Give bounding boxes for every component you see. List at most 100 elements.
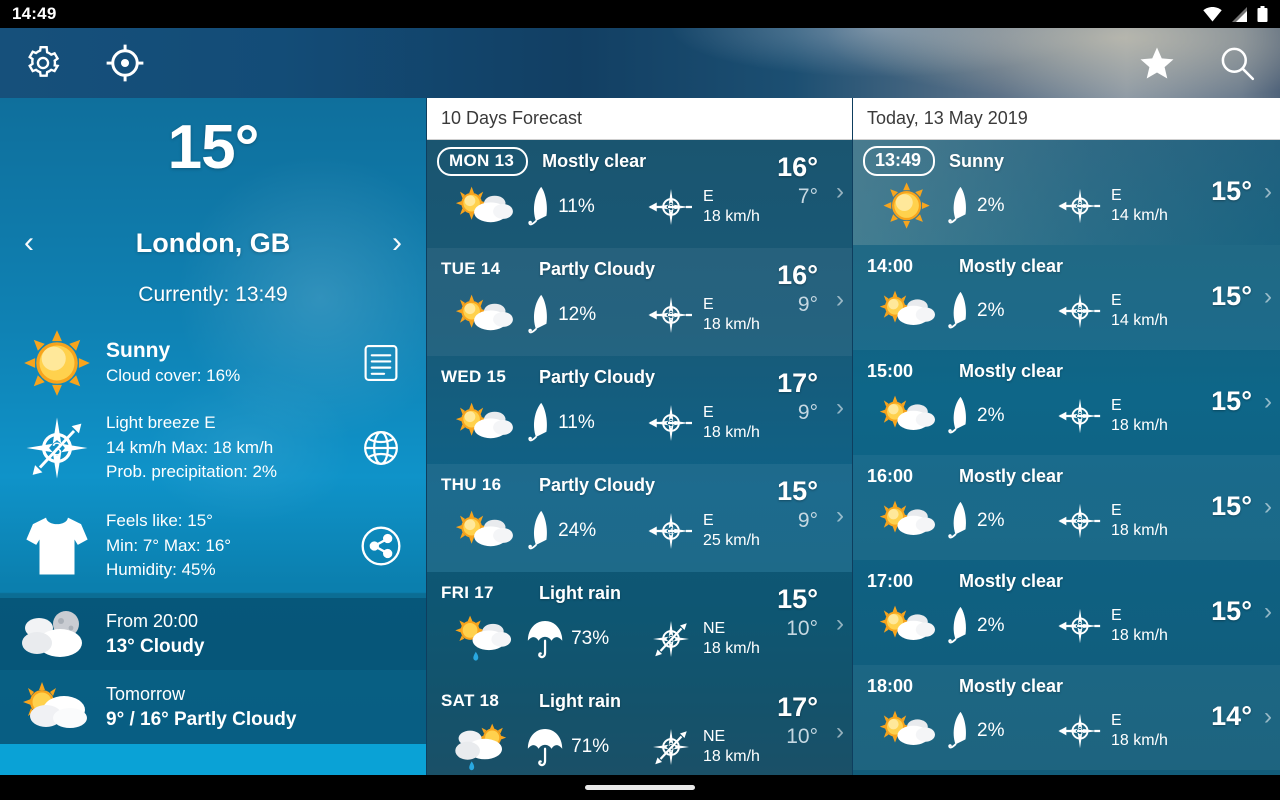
hourly-forecast-row[interactable]: 16:00 Mostly clear 2% 3 E 18 km/h 15° › bbox=[853, 455, 1280, 560]
svg-text:3: 3 bbox=[668, 202, 674, 214]
svg-text:3: 3 bbox=[1077, 412, 1083, 423]
daily-row-condition: Light rain bbox=[539, 690, 621, 711]
daily-row-low: 7° bbox=[797, 185, 818, 208]
chevron-right-icon[interactable]: › bbox=[836, 178, 844, 206]
hourly-forecast-row[interactable]: 13:49 Sunny 2% 3 E 14 km/h 15° › bbox=[853, 140, 1280, 245]
evening-summary-row[interactable]: From 20:00 13° Cloudy bbox=[0, 598, 426, 670]
cloud-sun-rain-icon bbox=[441, 722, 527, 773]
app-bar-right-actions bbox=[1138, 44, 1256, 82]
share-icon[interactable] bbox=[350, 526, 412, 566]
app-bar-left-actions bbox=[24, 42, 146, 84]
search-icon[interactable] bbox=[1218, 44, 1256, 82]
daily-row-condition: Partly Cloudy bbox=[539, 474, 656, 495]
hourly-row-wind-speed: 18 km/h bbox=[1111, 522, 1168, 539]
home-gesture-pill[interactable] bbox=[585, 785, 695, 790]
daily-row-wind: 3 NE 18 km/h bbox=[647, 723, 760, 771]
app-screen: 14:49 15° ‹ London, GB › Currently: 13:4… bbox=[0, 0, 1280, 800]
chevron-right-icon[interactable]: › bbox=[1264, 178, 1272, 206]
hourly-forecast-row[interactable]: 17:00 Mostly clear 2% 3 E 18 km/h 15° › bbox=[853, 560, 1280, 665]
daily-row-precipitation: 11% bbox=[527, 186, 647, 228]
city-selector: ‹ London, GB › bbox=[0, 220, 426, 266]
current-condition-block[interactable]: Sunny Cloud cover: 16% bbox=[0, 323, 426, 403]
tomorrow-label: Tomorrow bbox=[106, 684, 186, 705]
sun-cloud-icon bbox=[867, 604, 947, 647]
status-bar: 14:49 bbox=[0, 0, 1280, 28]
battery-icon bbox=[1257, 6, 1268, 22]
sun-cloud-icon bbox=[441, 293, 527, 338]
daily-forecast-row[interactable]: WED 15 Partly Cloudy 11% 3 E 18 km/h 17°… bbox=[427, 356, 852, 464]
tomorrow-summary-row[interactable]: Tomorrow 9° / 16° Partly Cloudy bbox=[0, 670, 426, 744]
daily-row-wind-speed: 18 km/h bbox=[703, 208, 760, 225]
daily-forecast-row[interactable]: FRI 17 Light rain 73% 3 NE 18 km/h 15° 1… bbox=[427, 572, 852, 680]
daily-forecast-row[interactable]: MON 13 Mostly clear 11% 3 E 18 km/h 16° … bbox=[427, 140, 852, 248]
globe-icon[interactable] bbox=[350, 429, 412, 467]
daily-row-precip-value: 24% bbox=[558, 520, 597, 541]
chevron-right-icon[interactable]: › bbox=[836, 502, 844, 530]
details-list-icon[interactable] bbox=[350, 343, 412, 383]
hourly-forecast-row[interactable]: 18:00 Mostly clear 2% 3 E 18 km/h 14° › bbox=[853, 665, 1280, 770]
hourly-row-condition: Mostly clear bbox=[959, 570, 1064, 591]
daily-row-wind-direction: NE bbox=[703, 620, 726, 637]
sun-cloud-icon bbox=[441, 185, 527, 230]
daily-forecast-list[interactable]: MON 13 Mostly clear 11% 3 E 18 km/h 16° … bbox=[427, 140, 852, 775]
my-location-icon[interactable] bbox=[104, 42, 146, 84]
hourly-forecast-row[interactable]: 15:00 Mostly clear 2% 3 E 18 km/h 15° › bbox=[853, 350, 1280, 455]
daily-row-day: SAT 18 bbox=[441, 691, 500, 710]
svg-text:3: 3 bbox=[1077, 307, 1083, 318]
daily-row-temperatures: 16° 9° bbox=[777, 260, 818, 317]
sun-cloud-rain-icon bbox=[441, 614, 527, 665]
current-temperature: 15° bbox=[167, 113, 260, 182]
hourly-row-wind-direction: E bbox=[1111, 397, 1122, 414]
star-icon[interactable] bbox=[1138, 44, 1176, 82]
daily-row-wind: 4 E 25 km/h bbox=[647, 507, 760, 555]
daily-row-precip-value: 11% bbox=[558, 412, 595, 433]
daily-forecast-row[interactable]: SAT 18 Light rain 71% 3 NE 18 km/h 17° 1… bbox=[427, 680, 852, 775]
gear-icon[interactable] bbox=[24, 44, 62, 82]
sun-icon bbox=[867, 181, 947, 230]
daily-forecast-row[interactable]: THU 16 Partly Cloudy 24% 4 E 25 km/h 15°… bbox=[427, 464, 852, 572]
chevron-right-icon[interactable]: › bbox=[1264, 703, 1272, 731]
daily-row-wind: 3 E 18 km/h bbox=[647, 399, 760, 447]
chevron-right-icon[interactable]: › bbox=[1264, 598, 1272, 626]
daily-row-wind-speed: 18 km/h bbox=[703, 424, 760, 441]
hourly-forecast-list[interactable]: 13:49 Sunny 2% 3 E 14 km/h 15° › 14:00 M… bbox=[853, 140, 1280, 775]
current-wind-block[interactable]: 3 Light breeze E 14 km/h Max: 18 km/h Pr… bbox=[0, 398, 426, 498]
hourly-forecast-row[interactable]: 14:00 Mostly clear 2% 3 E 14 km/h 15° › bbox=[853, 245, 1280, 350]
chevron-right-icon[interactable]: › bbox=[836, 610, 844, 638]
wind-compass-icon: 3 bbox=[647, 723, 695, 771]
hourly-row-precipitation: 2% bbox=[947, 711, 1057, 751]
current-feels-block[interactable]: Feels like: 15° Min: 7° Max: 16° Humidit… bbox=[0, 496, 426, 596]
daily-forecast-title: 10 Days Forecast bbox=[427, 98, 852, 140]
svg-text:3: 3 bbox=[1077, 727, 1083, 738]
hourly-row-temperature: 15° bbox=[1211, 386, 1252, 416]
city-name[interactable]: London, GB bbox=[136, 228, 290, 259]
umbrella-closed-icon bbox=[527, 402, 550, 444]
chevron-right-icon[interactable]: › bbox=[1264, 388, 1272, 416]
umbrella-closed-icon bbox=[947, 396, 969, 436]
daily-row-wind-direction: E bbox=[703, 404, 714, 421]
next-city-button[interactable]: › bbox=[392, 228, 402, 258]
daily-row-wind-direction: NE bbox=[703, 728, 726, 745]
daily-forecast-row[interactable]: TUE 14 Partly Cloudy 12% 3 E 18 km/h 16°… bbox=[427, 248, 852, 356]
daily-row-high: 15° bbox=[777, 476, 818, 506]
umbrella-closed-icon bbox=[947, 711, 969, 751]
hourly-row-wind-direction: E bbox=[1111, 187, 1122, 204]
hourly-row-wind: 3 E 18 km/h bbox=[1057, 498, 1168, 544]
daily-row-day: THU 16 bbox=[441, 475, 502, 494]
daily-row-precipitation: 11% bbox=[527, 402, 647, 444]
chevron-right-icon[interactable]: › bbox=[1264, 493, 1272, 521]
umbrella-closed-icon bbox=[947, 606, 969, 646]
wind-compass-icon: 3 bbox=[1057, 288, 1103, 334]
app-bar bbox=[0, 28, 1280, 98]
umbrella-closed-icon bbox=[947, 501, 969, 541]
svg-text:3: 3 bbox=[1077, 517, 1083, 528]
chevron-right-icon[interactable]: › bbox=[836, 718, 844, 746]
daily-row-wind: 3 NE 18 km/h bbox=[647, 615, 760, 663]
chevron-right-icon[interactable]: › bbox=[836, 286, 844, 314]
daily-row-wind-text: E 18 km/h bbox=[703, 403, 760, 443]
daily-row-condition: Partly Cloudy bbox=[539, 258, 656, 279]
chevron-right-icon[interactable]: › bbox=[836, 394, 844, 422]
chevron-right-icon[interactable]: › bbox=[1264, 283, 1272, 311]
previous-city-button[interactable]: ‹ bbox=[24, 228, 34, 258]
daily-row-precip-value: 12% bbox=[558, 304, 597, 325]
